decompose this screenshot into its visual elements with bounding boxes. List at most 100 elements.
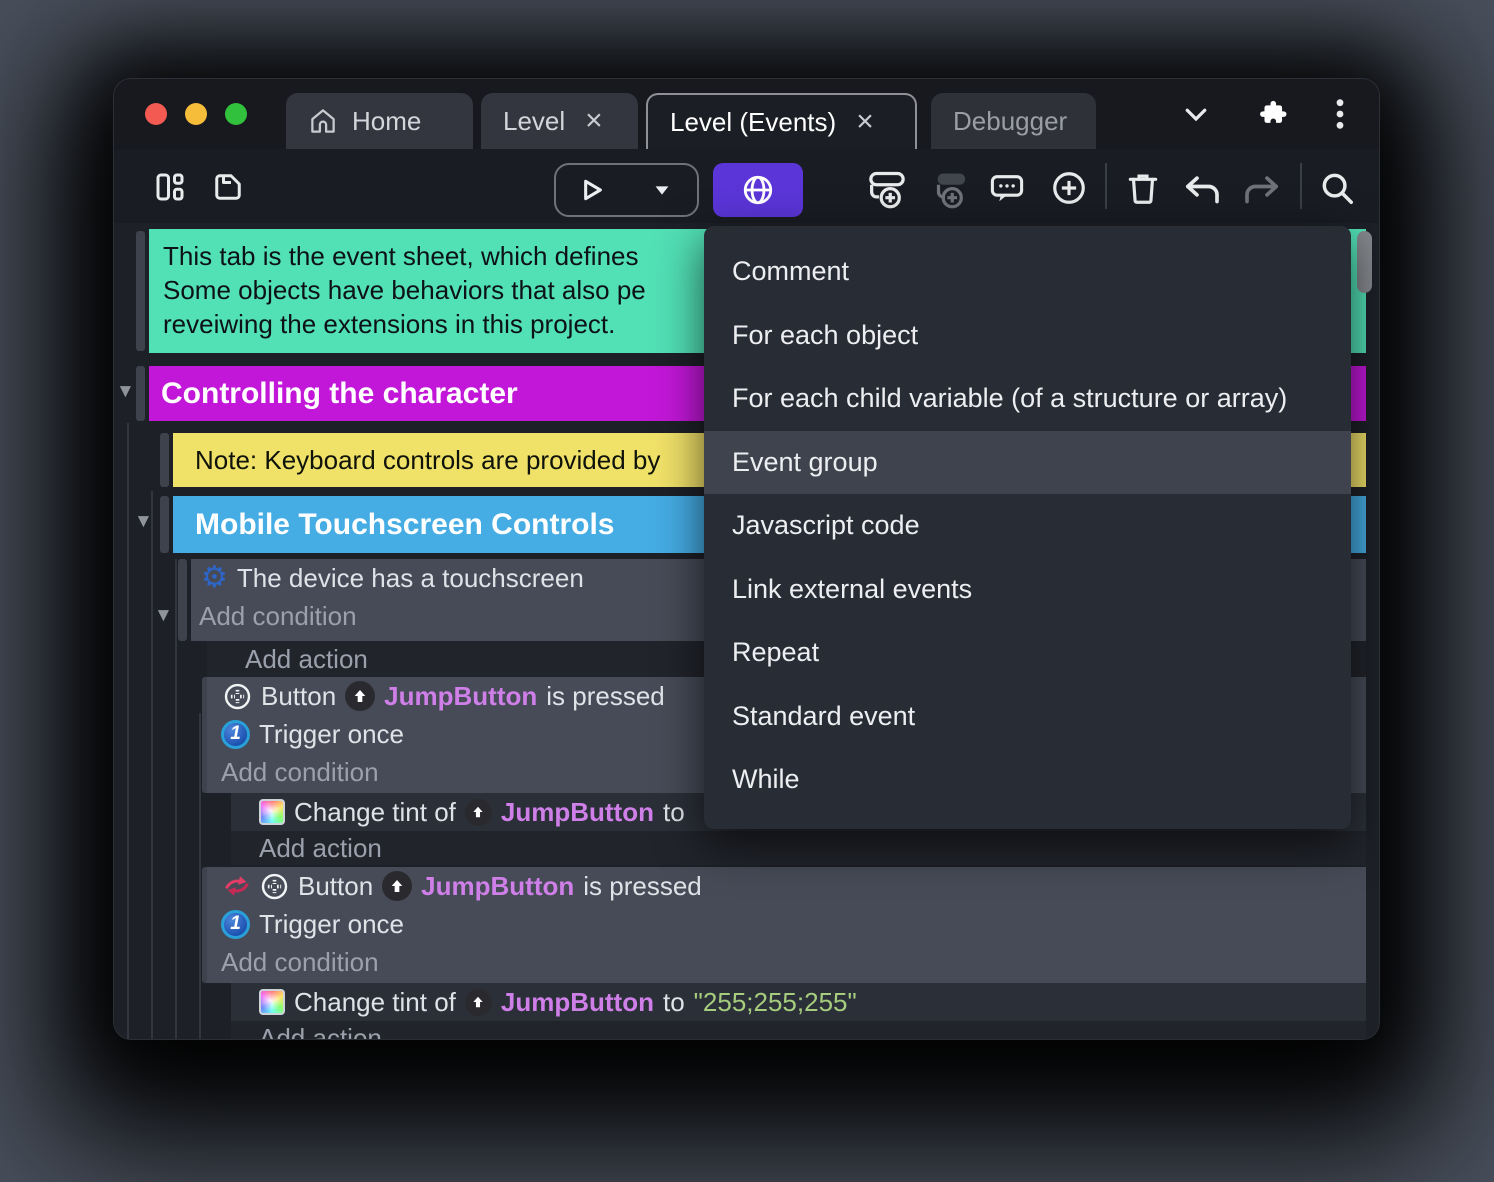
indent-guide	[199, 713, 201, 1039]
add-action-button[interactable]: Add action	[259, 833, 382, 864]
play-button[interactable]	[556, 174, 626, 206]
object-thumbnail-arrow-icon	[345, 681, 376, 711]
trigger-once-text: Trigger once	[259, 718, 404, 749]
add-condition-button[interactable]: Add condition	[199, 601, 357, 632]
drag-handle[interactable]	[136, 231, 145, 351]
menu-item-for-each-child-variable[interactable]: For each child variable (of a structure …	[704, 367, 1351, 431]
tab-home-label: Home	[352, 105, 422, 136]
menu-item-repeat[interactable]: Repeat	[704, 621, 1351, 685]
add-condition-button[interactable]: Add condition	[221, 757, 379, 788]
tab-level-events-label: Level (Events)	[670, 106, 837, 137]
object-name: JumpButton	[384, 680, 538, 711]
indent-guide	[175, 559, 177, 1039]
event-jumpbutton-pressed-2[interactable]: Button JumpButton is pressed 1 Trigger o…	[207, 867, 1366, 983]
title-actions	[1181, 79, 1379, 149]
tab-level-label: Level	[503, 105, 566, 136]
trigger-once-icon: 1	[221, 719, 250, 749]
action-text: Change tint of	[294, 986, 456, 1017]
add-action-button[interactable]: Add action	[259, 1023, 382, 1040]
menu-item-event-group[interactable]: Event group	[704, 430, 1351, 494]
search-icon[interactable]	[1318, 169, 1356, 207]
tab-home[interactable]: Home	[286, 93, 473, 149]
object-name: JumpButton	[421, 870, 575, 901]
condition-suffix: is pressed	[583, 870, 702, 901]
trigger-once-icon: 1	[221, 909, 250, 939]
tab-debugger-label: Debugger	[953, 105, 1068, 136]
menu-item-while[interactable]: While	[704, 748, 1351, 812]
collapse-arrow-icon[interactable]: ▼	[154, 605, 173, 627]
gamepad-button-icon	[223, 682, 252, 711]
action-text: Change tint of	[294, 796, 456, 827]
indent-guide	[127, 423, 129, 1039]
home-icon	[308, 106, 338, 136]
menu-item-for-each-object[interactable]: For each object	[704, 304, 1351, 368]
divider	[1105, 163, 1107, 209]
menu-item-standard-event[interactable]: Standard event	[704, 685, 1351, 749]
drag-handle[interactable]	[178, 559, 187, 641]
globe-icon	[741, 173, 775, 207]
preview-over-network-button[interactable]	[713, 163, 803, 217]
collapse-arrow-icon[interactable]: ▼	[134, 511, 153, 533]
save-icon[interactable]	[210, 169, 246, 205]
play-options-caret[interactable]	[628, 179, 698, 201]
tint-color-icon	[259, 799, 285, 825]
menu-item-javascript-code[interactable]: Javascript code	[704, 494, 1351, 558]
tint-color-icon	[259, 989, 285, 1015]
collapse-arrow-icon[interactable]: ▼	[116, 381, 135, 403]
object-name: JumpButton	[500, 796, 654, 827]
play-button-group	[554, 163, 699, 217]
tint-value-string: "255;255;255"	[693, 986, 857, 1017]
chevron-down-icon[interactable]	[1181, 99, 1211, 129]
screenshot-stage: Home Level × Level (Events) × Debugger ▼…	[0, 0, 1494, 1182]
extensions-puzzle-icon[interactable]	[1257, 98, 1289, 130]
add-comment-button[interactable]	[987, 169, 1027, 209]
zoom-window-button[interactable]	[225, 103, 247, 125]
trigger-once-text: Trigger once	[259, 908, 404, 939]
delete-trash-button[interactable]	[1124, 169, 1162, 207]
action-to-word: to	[662, 986, 685, 1017]
close-window-button[interactable]	[145, 103, 167, 125]
tab-level[interactable]: Level ×	[481, 93, 638, 149]
add-subevent-button[interactable]	[928, 167, 970, 209]
condition-suffix: is pressed	[546, 680, 665, 711]
object-thumbnail-arrow-icon	[382, 871, 413, 901]
redo-button[interactable]	[1242, 169, 1282, 209]
action-to-word: to	[662, 796, 685, 827]
add-action-row[interactable]: Add action	[231, 1021, 1366, 1040]
add-action-button[interactable]: Add action	[245, 644, 368, 675]
object-name: JumpButton	[500, 986, 654, 1017]
undo-button[interactable]	[1182, 169, 1222, 209]
scrollbar-thumb[interactable]	[1357, 231, 1372, 293]
gear-icon: ⚙	[201, 561, 228, 594]
tab-debugger[interactable]: Debugger	[931, 93, 1096, 149]
layout-panels-icon[interactable]	[152, 169, 188, 205]
object-thumbnail-arrow-icon	[464, 798, 492, 826]
app-window: Home Level × Level (Events) × Debugger ▼…	[113, 78, 1380, 1040]
condition-object-label: Button	[261, 680, 337, 711]
menu-item-link-external-events[interactable]: Link external events	[704, 558, 1351, 622]
close-icon[interactable]: ×	[585, 106, 603, 136]
condition-object-label: Button	[298, 870, 374, 901]
circle-plus-icon[interactable]	[1050, 169, 1088, 207]
condition-text: The device has a touchscreen	[236, 562, 584, 593]
menu-item-comment[interactable]: Comment	[704, 240, 1351, 304]
add-condition-button[interactable]: Add condition	[221, 947, 379, 978]
tab-level-events[interactable]: Level (Events) ×	[646, 93, 917, 149]
action-change-tint-2[interactable]: Change tint of JumpButton to "255;255;25…	[231, 983, 1366, 1021]
add-action-row[interactable]: Add action	[231, 831, 1366, 865]
divider	[1300, 163, 1302, 209]
toolbar	[114, 149, 1379, 223]
object-thumbnail-arrow-icon	[464, 988, 492, 1016]
close-icon[interactable]: ×	[856, 107, 874, 137]
title-bar: Home Level × Level (Events) × Debugger	[114, 79, 1379, 149]
minimize-window-button[interactable]	[185, 103, 207, 125]
drag-handle[interactable]	[160, 496, 169, 553]
kebab-menu-icon[interactable]	[1335, 97, 1345, 131]
red-arrows-icon	[223, 872, 251, 900]
add-event-button[interactable]	[866, 167, 908, 209]
drag-handle[interactable]	[160, 433, 169, 487]
add-event-context-menu: Comment For each object For each child v…	[704, 226, 1351, 829]
indent-guide	[151, 491, 153, 1039]
gamepad-button-icon	[260, 872, 289, 901]
drag-handle[interactable]	[136, 366, 145, 421]
